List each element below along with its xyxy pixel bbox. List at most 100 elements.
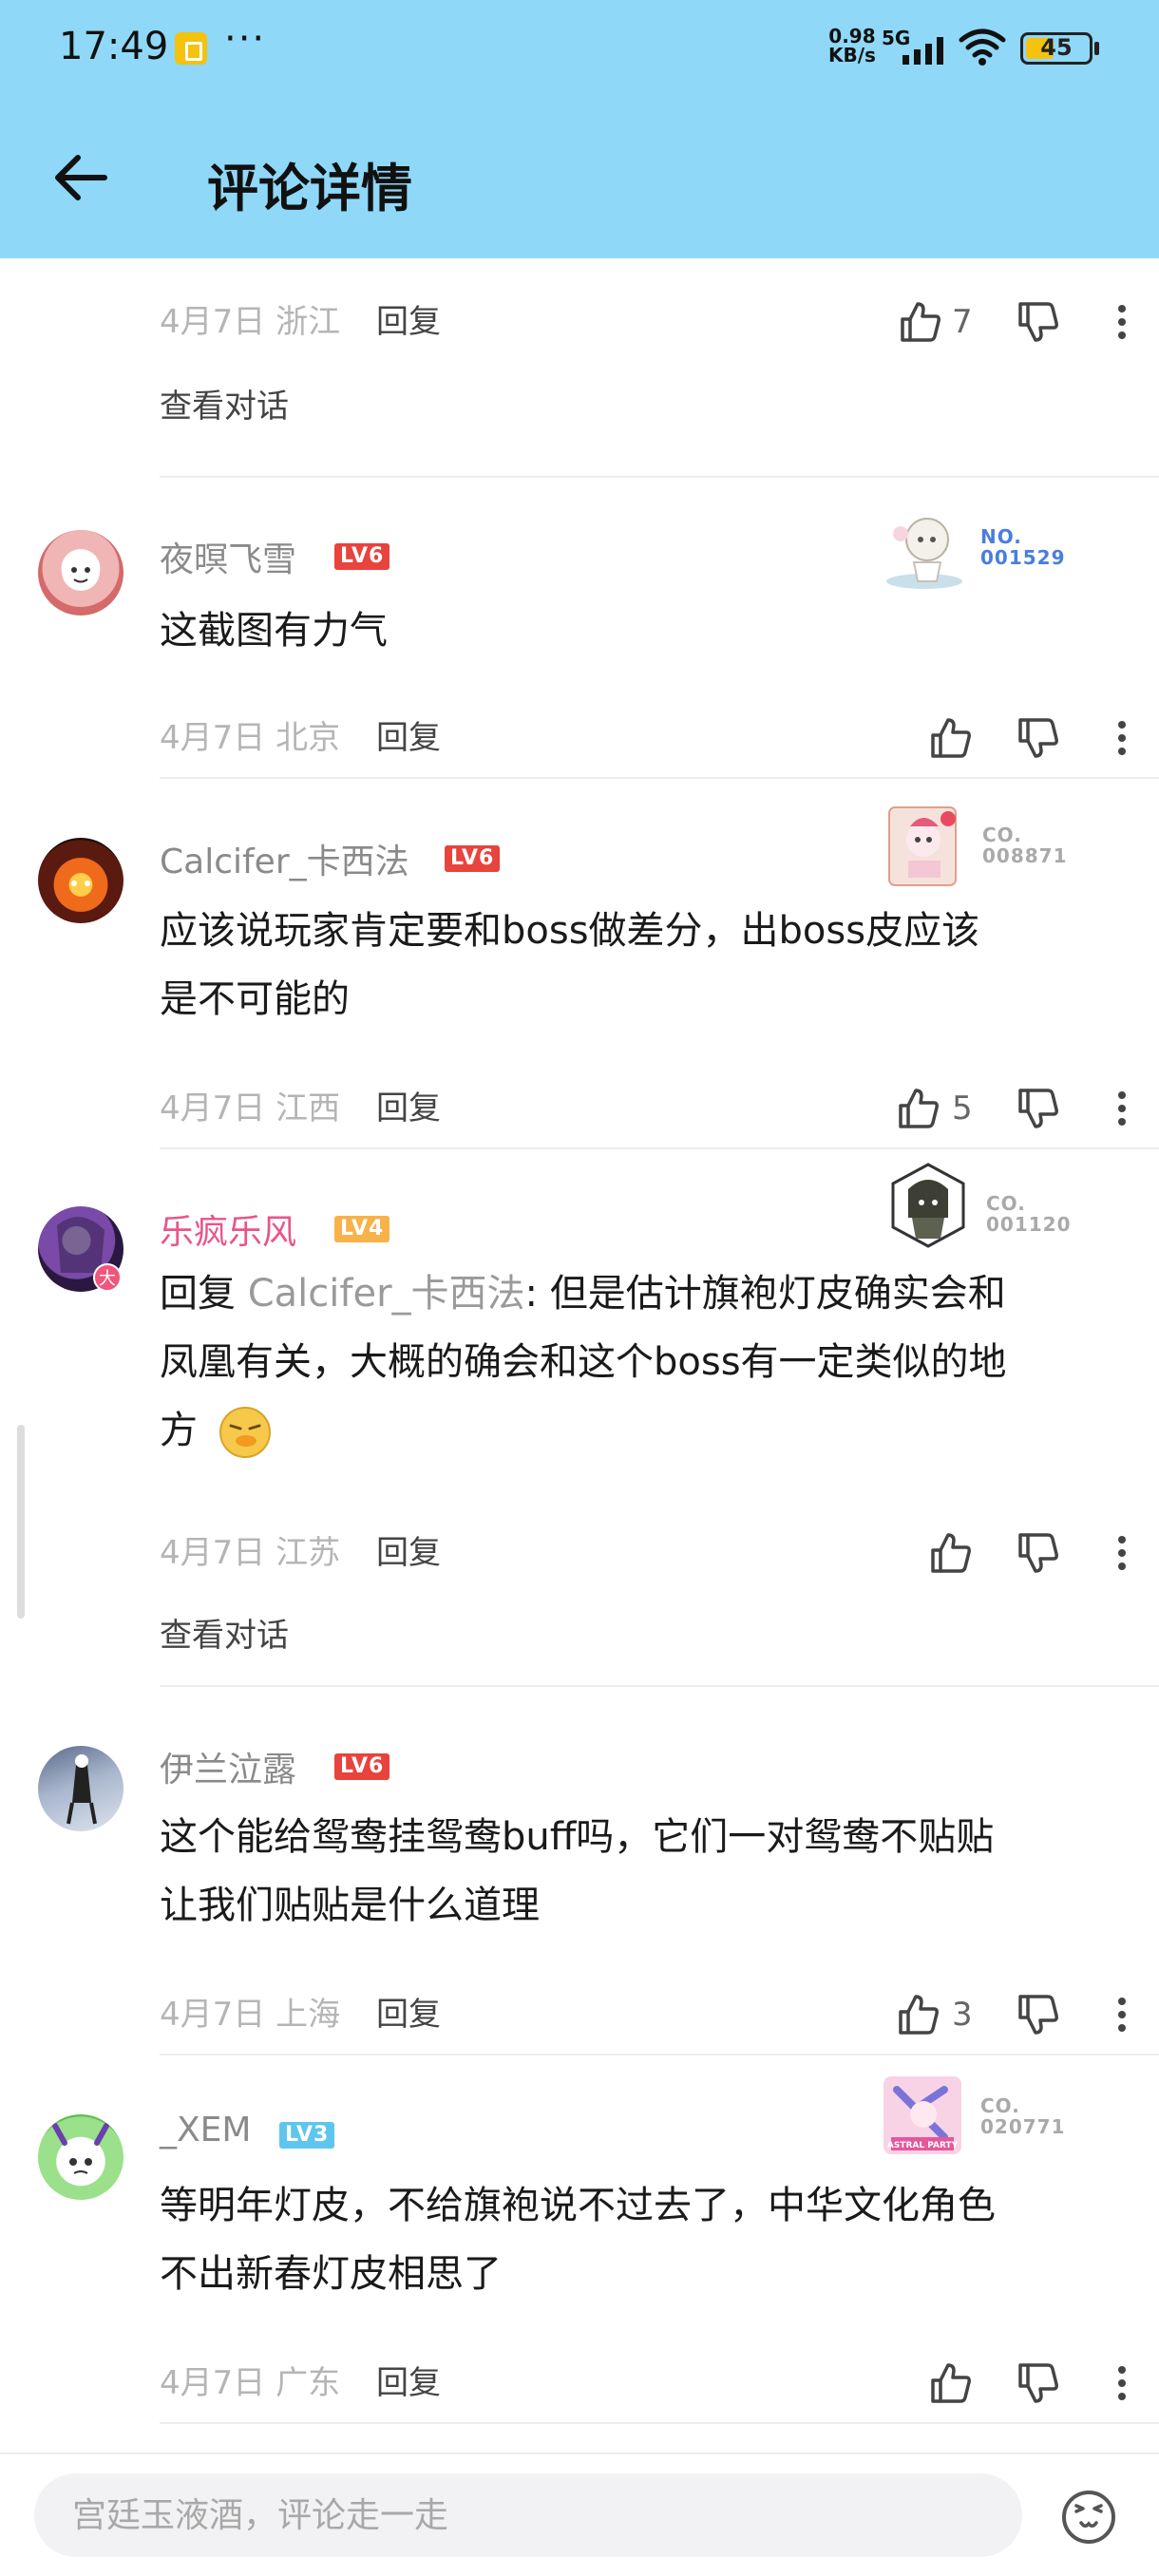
network-speed-unit: KB/s <box>828 44 876 66</box>
comment-bar <box>0 2453 1159 2576</box>
app-bar: 评论详情 <box>0 104 1159 258</box>
fan-badge-icon[interactable]: ASTRAL PARTY <box>878 2071 967 2160</box>
user-avatar[interactable] <box>38 2114 124 2200</box>
comment-feed[interactable]: 4月7日 浙江 回复 7 查看对话 夜暝飞雪 LV6 NO. 001529 这截… <box>0 258 1159 2453</box>
username[interactable]: Calcifer_卡西法 <box>160 834 409 883</box>
emoji-icon[interactable] <box>1060 2489 1117 2546</box>
avatar-badge: 大 <box>93 1263 122 1292</box>
divider <box>160 777 1159 779</box>
network-speed-value: 0.98 <box>828 25 876 47</box>
network-speed: 0.98 KB/s <box>828 27 876 65</box>
thumbs-down-icon[interactable] <box>1016 716 1060 760</box>
battery-level: 45 <box>1040 34 1073 61</box>
badge-code: CO. 020771 <box>980 2094 1066 2138</box>
comment-meta: 4月7日 北京 回复 <box>160 714 1138 762</box>
avatar-character-icon <box>52 2123 109 2174</box>
page-title: 评论详情 <box>207 159 412 218</box>
thumbs-up-icon[interactable] <box>929 716 973 760</box>
notification-app-icon <box>175 32 207 65</box>
divider <box>160 2422 1159 2424</box>
reply-button[interactable]: 回复 <box>376 1085 441 1132</box>
badge-code: CO. 001120 <box>986 1192 1072 1236</box>
comment-date-location: 4月7日 浙江 <box>160 303 341 341</box>
more-vertical-icon[interactable] <box>1100 300 1144 344</box>
level-badge: LV6 <box>334 543 390 570</box>
status-time: 17:49 <box>59 25 169 68</box>
reply-target-user[interactable]: Calcifer_卡西法 <box>248 1272 525 1316</box>
fan-badge-icon[interactable] <box>884 1161 973 1250</box>
fan-badge-icon[interactable] <box>882 802 971 891</box>
user-avatar[interactable] <box>38 838 124 923</box>
reply-button[interactable]: 回复 <box>376 2359 441 2407</box>
view-conversation-link[interactable]: 查看对话 <box>160 380 289 426</box>
thumbs-down-icon[interactable] <box>1016 300 1060 344</box>
view-conversation-link[interactable]: 查看对话 <box>160 1609 289 1656</box>
fan-badge-icon[interactable] <box>880 505 969 595</box>
more-vertical-icon[interactable] <box>1100 1993 1144 2036</box>
avatar-character-icon <box>62 553 100 591</box>
like-count: 3 <box>952 1996 973 2034</box>
wifi-icon <box>959 28 1006 66</box>
divider <box>160 1685 1159 1687</box>
user-avatar[interactable] <box>38 530 124 616</box>
battery-icon: 45 <box>1020 32 1092 65</box>
comment-meta: 4月7日 浙江 回复 7 <box>160 298 1138 346</box>
comment-date-location: 4月7日 北京 <box>160 719 341 757</box>
more-vertical-icon[interactable] <box>1100 1531 1144 1575</box>
thumbs-up-icon[interactable] <box>929 1531 973 1575</box>
comment-date-location: 4月7日 广东 <box>160 2364 341 2402</box>
divider <box>160 1147 1159 1149</box>
level-badge: LV3 <box>279 2122 335 2149</box>
thumbs-up-icon[interactable] <box>899 300 942 344</box>
thumbs-down-icon[interactable] <box>1016 1531 1060 1575</box>
like-count: 7 <box>952 303 973 341</box>
divider <box>160 2054 1159 2055</box>
level-badge: LV6 <box>334 1753 390 1780</box>
reply-button[interactable]: 回复 <box>376 1529 441 1577</box>
comment-meta: 4月7日 江苏 回复 <box>160 1529 1138 1577</box>
reply-button[interactable]: 回复 <box>376 714 441 762</box>
more-vertical-icon[interactable] <box>1100 716 1144 760</box>
comment-meta: 4月7日 江西 回复 5 <box>160 1085 1138 1132</box>
thumbs-up-icon[interactable] <box>897 1087 940 1130</box>
more-vertical-icon[interactable] <box>1100 2361 1144 2405</box>
more-vertical-icon[interactable] <box>1100 1087 1144 1130</box>
comment-date-location: 4月7日 上海 <box>160 1996 341 2034</box>
divider <box>160 476 1159 478</box>
status-bar: 17:49 ··· 0.98 KB/s 5G 45 <box>0 0 1159 104</box>
thumbs-up-icon[interactable] <box>929 2361 973 2405</box>
reply-button[interactable]: 回复 <box>376 298 441 346</box>
comment-meta: 4月7日 广东 回复 <box>160 2359 1138 2407</box>
more-notifications-icon: ··· <box>224 17 267 61</box>
username[interactable]: _XEM <box>160 2111 251 2150</box>
comment-date-location: 4月7日 江苏 <box>160 1534 341 1572</box>
badge-code: CO. 008871 <box>982 824 1068 867</box>
back-arrow-icon[interactable] <box>48 144 114 211</box>
smug-emoji-icon <box>218 1407 271 1458</box>
badge-caption: ASTRAL PARTY <box>887 2141 959 2150</box>
username[interactable]: 伊兰泣露 <box>160 1742 296 1791</box>
signal-icon <box>902 37 943 65</box>
comment-text: 这截图有力气 <box>160 609 388 653</box>
comment-input[interactable] <box>34 2473 1022 2557</box>
thumbs-down-icon[interactable] <box>1016 1087 1060 1130</box>
comment-meta: 4月7日 上海 回复 3 <box>160 1991 1138 2038</box>
avatar-character-icon <box>66 1754 97 1825</box>
comment-text: 等明年灯皮，不给旗袍说不过去了，中华文化角色 不出新春灯皮相思了 <box>160 2184 996 2296</box>
comment-text: 回复 Calcifer_卡西法: 但是估计旗袍灯皮确实会和 凤凰有关，大概的确会… <box>160 1260 1119 1465</box>
username[interactable]: 乐疯乐风 <box>160 1204 296 1254</box>
level-badge: LV6 <box>445 845 501 872</box>
scrollbar[interactable] <box>17 1425 25 1619</box>
user-avatar[interactable] <box>38 1746 124 1831</box>
avatar-character-icon <box>71 881 90 886</box>
thumbs-down-icon[interactable] <box>1016 1993 1060 2036</box>
badge-code: NO. 001529 <box>980 525 1066 569</box>
thumbs-up-icon[interactable] <box>897 1993 940 2036</box>
reply-button[interactable]: 回复 <box>376 1991 441 2038</box>
level-badge: LV4 <box>334 1216 390 1242</box>
like-count: 5 <box>952 1089 973 1127</box>
comment-text: 应该说玩家肯定要和boss做差分，出boss皮应该 是不可能的 <box>160 909 980 1021</box>
comment-text: 这个能给鸳鸯挂鸳鸯buff吗，它们一对鸳鸯不贴贴 让我们贴贴是什么道理 <box>160 1815 995 1927</box>
thumbs-down-icon[interactable] <box>1016 2361 1060 2405</box>
username[interactable]: 夜暝飞雪 <box>160 532 296 581</box>
